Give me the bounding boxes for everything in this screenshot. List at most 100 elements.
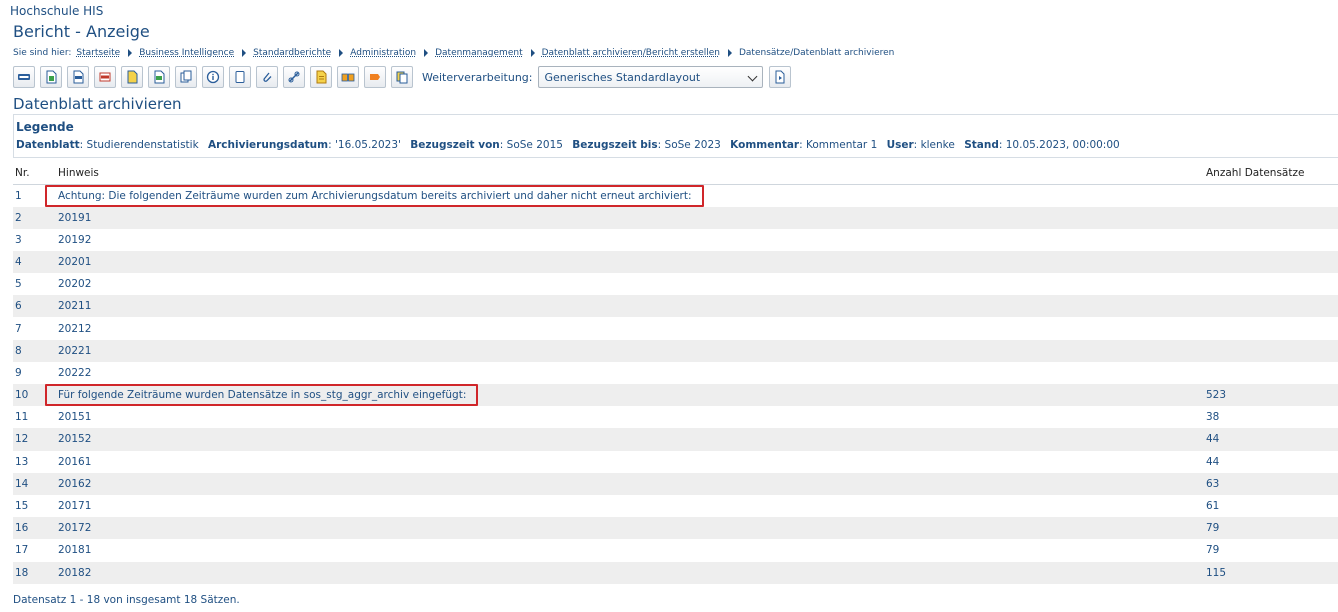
table-row: 13 20161 44 <box>13 451 1338 473</box>
legend-line: Datenblatt: Studierendenstatistik Archiv… <box>16 139 1120 151</box>
document-button[interactable] <box>121 66 143 88</box>
legend-label-stand: Stand <box>964 139 999 151</box>
row-count <box>1206 295 1338 318</box>
breadcrumb-business-intelligence[interactable]: Business Intelligence <box>139 48 234 58</box>
row-nr: 11 <box>15 411 29 424</box>
row-nr: 5 <box>15 278 22 291</box>
row-nr: 12 <box>13 428 58 451</box>
row-hint: 20171 <box>58 500 92 513</box>
row-nr: 13 <box>15 455 29 468</box>
apply-layout-button[interactable] <box>769 66 792 88</box>
html-export-icon <box>18 74 30 80</box>
breadcrumb-arrow-icon <box>128 49 133 57</box>
row-nr: 8 <box>13 339 58 362</box>
report-icon <box>316 70 327 84</box>
html-export-button[interactable] <box>13 66 35 88</box>
breadcrumb-arrow-icon <box>727 49 732 57</box>
legend-label-user: User <box>886 139 914 151</box>
table-row: 1 Achtung: Die folgenden Zeiträume wurden… <box>13 184 1338 207</box>
breadcrumb-startseite[interactable]: Startseite <box>76 48 120 58</box>
legend-label-bezugszeit-von: Bezugszeit von <box>410 139 500 151</box>
report-button[interactable] <box>310 66 332 88</box>
table-row: 2 20191 <box>13 206 1338 229</box>
bookmark-button[interactable] <box>364 66 386 88</box>
csv-export-icon <box>154 70 165 84</box>
row-hint: 20201 <box>58 250 1206 274</box>
info-button[interactable] <box>202 66 224 88</box>
table-body: 1 Achtung: Die folgenden Zeiträume wurden… <box>13 184 1338 584</box>
table-row: 12 20152 44 <box>13 428 1338 451</box>
link-button[interactable] <box>283 66 305 88</box>
notes-icon <box>235 71 245 83</box>
legend-value-bezugszeit-von: SoSe 2015 <box>506 139 563 151</box>
notes-button[interactable] <box>229 66 251 88</box>
breadcrumb-standardberichte[interactable]: Standardberichte <box>253 48 331 58</box>
row-count: 523 <box>1206 384 1338 407</box>
xml-export-icon <box>73 70 84 84</box>
breadcrumb: Sie sind hier: Startseite Business Intel… <box>13 48 894 58</box>
row-count <box>1206 250 1338 274</box>
row-hint: 20202 <box>58 278 92 291</box>
csv-export-button[interactable] <box>148 66 170 88</box>
xml-export-button[interactable] <box>67 66 89 88</box>
row-count: 79 <box>1206 517 1338 540</box>
row-nr: 3 <box>15 233 22 246</box>
row-nr: 9 <box>15 366 22 379</box>
table-row: 5 20202 <box>13 273 1338 295</box>
row-count: 44 <box>1206 428 1338 451</box>
breadcrumb-arrow-icon <box>242 49 247 57</box>
copy-button[interactable] <box>175 66 197 88</box>
row-hint: 20211 <box>58 295 1206 318</box>
pdf-export-button[interactable] <box>94 66 116 88</box>
row-count: 115 <box>1206 561 1338 584</box>
table-copy-button[interactable] <box>391 66 413 88</box>
sheet-title: Datenblatt archivieren <box>13 95 182 113</box>
row-nr: 7 <box>15 322 22 335</box>
table-row: 15 20171 61 <box>13 495 1338 517</box>
legend-value-stand: 10.05.2023, 00:00:00 <box>1005 139 1120 151</box>
toolbar: Weiterverarbeitung: Generisches Standard… <box>13 66 796 88</box>
breadcrumb-administration[interactable]: Administration <box>350 48 416 58</box>
compare-button[interactable] <box>337 66 359 88</box>
row-count: 63 <box>1206 472 1338 495</box>
row-hint: 20182 <box>58 561 1206 584</box>
table-row: 18 20182 115 <box>13 561 1338 584</box>
layout-select-value: Generisches Standardlayout <box>544 70 701 84</box>
column-header-anzahl[interactable]: Anzahl Datensätze <box>1206 163 1338 185</box>
table-row: 7 20212 <box>13 317 1338 339</box>
row-hint: 20192 <box>58 233 92 246</box>
row-count <box>1206 229 1338 251</box>
legend-panel: Legende Datenblatt: Studierendenstatisti… <box>13 114 1338 158</box>
row-hint: 20162 <box>58 472 1206 495</box>
layout-select[interactable]: Generisches Standardlayout <box>538 66 764 88</box>
table-row: 11 20151 38 <box>13 406 1338 428</box>
table-row: 8 20221 <box>13 339 1338 362</box>
breadcrumb-datenmanagement[interactable]: Datenmanagement <box>435 48 523 58</box>
table-row: 3 20192 <box>13 229 1338 251</box>
pdf-export-icon <box>99 72 111 82</box>
chevron-down-icon <box>748 71 758 82</box>
row-count: 61 <box>1206 500 1220 513</box>
column-header-nr[interactable]: Nr. <box>13 163 58 185</box>
legend-value-archivierungsdatum: '16.05.2023' <box>335 139 401 151</box>
table-row: 14 20162 63 <box>13 472 1338 495</box>
legend-value-datenblatt: Studierendenstatistik <box>86 139 199 151</box>
row-hint: 20221 <box>58 339 1206 362</box>
table-row: 16 20172 79 <box>13 517 1338 540</box>
weiterverarbeitung-label: Weiterverarbeitung: <box>422 70 533 84</box>
table-copy-icon <box>396 71 408 84</box>
row-count <box>1206 362 1338 384</box>
highlighted-hint: Für folgende Zeiträume wurden Datensätze… <box>45 384 479 407</box>
excel-export-button[interactable] <box>40 66 62 88</box>
table-row: 6 20211 <box>13 295 1338 318</box>
attachment-button[interactable] <box>256 66 278 88</box>
legend-value-bezugszeit-bis: SoSe 2023 <box>664 139 721 151</box>
breadcrumb-datenblatt-archivieren[interactable]: Datenblatt archivieren/Bericht erstellen <box>542 48 720 58</box>
row-count: 44 <box>1206 455 1220 468</box>
row-count <box>1206 317 1338 339</box>
breadcrumb-current: Datensätze/Datenblatt archivieren <box>738 48 895 58</box>
link-icon <box>288 71 300 83</box>
column-header-hinweis[interactable]: Hinweis <box>58 163 1206 185</box>
row-count: 38 <box>1206 411 1220 424</box>
organization-name: Hochschule HIS <box>10 4 104 18</box>
